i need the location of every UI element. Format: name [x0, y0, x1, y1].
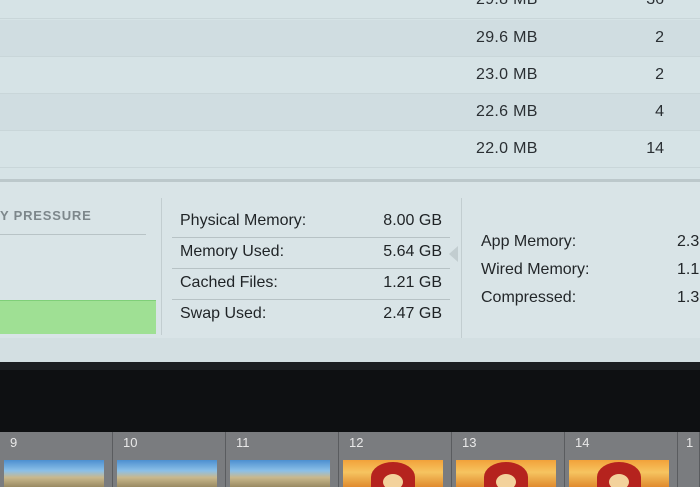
filmstrip-frame[interactable]: 14 — [565, 432, 678, 487]
face-shape — [383, 474, 403, 487]
frame-number: 12 — [349, 435, 364, 450]
table-row[interactable]: 22.6 MB 4 — [0, 94, 700, 131]
stat-value: 1.21 GB — [383, 274, 442, 291]
filmstrip-frame[interactable]: 12 — [339, 432, 452, 487]
table-row[interactable]: 29.6 MB 2 — [0, 20, 700, 57]
detail-row-app-memory: App Memory: 2.3 — [481, 233, 700, 261]
stat-label: Cached Files: — [180, 274, 278, 291]
monitor-bezel-edge — [0, 362, 700, 370]
stat-row-swap-used: Swap Used: 2.47 GB — [172, 300, 450, 331]
process-memory: 22.0 MB — [476, 140, 538, 157]
landscape-thumbnail — [117, 460, 217, 487]
landscape-thumbnail — [4, 460, 104, 487]
process-memory: 29.8 MB — [476, 0, 538, 9]
detail-label: Wired Memory: — [481, 261, 590, 278]
process-memory: 29.6 MB — [476, 29, 538, 46]
disclosure-pointer-icon — [449, 246, 458, 262]
portrait-thumbnail — [456, 460, 556, 487]
detail-value: 2.3 — [677, 233, 700, 250]
stat-value: 5.64 GB — [383, 243, 442, 260]
table-row[interactable]: 22.0 MB 14 — [0, 131, 700, 168]
frame-number: 1 — [686, 435, 694, 450]
frame-number: 10 — [123, 435, 138, 450]
frame-number: 13 — [462, 435, 477, 450]
process-count: 14 — [646, 140, 664, 157]
process-count: 4 — [655, 103, 664, 120]
table-row[interactable]: 29.8 MB 36 — [0, 0, 700, 19]
stat-label: Swap Used: — [180, 305, 267, 322]
stat-value: 8.00 GB — [383, 212, 442, 229]
landscape-thumbnail — [230, 460, 330, 487]
memory-pressure-graph — [0, 300, 156, 334]
divider — [0, 234, 146, 235]
window-footer — [0, 338, 700, 362]
filmstrip-frame[interactable]: 10 — [113, 432, 226, 487]
stat-row-cached-files: Cached Files: 1.21 GB — [172, 269, 450, 300]
table-row[interactable]: 23.0 MB 2 — [0, 57, 700, 94]
portrait-thumbnail — [343, 460, 443, 487]
detail-row-compressed: Compressed: 1.3 — [481, 289, 700, 317]
memory-detail: App Memory: 2.3 Wired Memory: 1.1 Compre… — [481, 233, 700, 317]
filmstrip-frame[interactable]: 9 — [0, 432, 113, 487]
detail-value: 1.3 — [677, 289, 700, 306]
stat-label: Memory Used: — [180, 243, 285, 260]
face-shape — [496, 474, 516, 487]
stat-row-physical-memory: Physical Memory: 8.00 GB — [172, 207, 450, 238]
detail-label: App Memory: — [481, 233, 577, 250]
detail-value: 1.1 — [677, 261, 700, 278]
process-count: 36 — [624, 0, 664, 9]
detail-row-wired-memory: Wired Memory: 1.1 — [481, 261, 700, 289]
activity-monitor-window: 29.8 MB 36 29.6 MB 2 23.0 MB 2 22.6 MB 4… — [0, 0, 700, 362]
filmstrip-frame[interactable]: 1 — [678, 432, 700, 487]
filmstrip-frame[interactable]: 11 — [226, 432, 339, 487]
memory-stats: Physical Memory: 8.00 GB Memory Used: 5.… — [172, 207, 450, 331]
frame-number: 9 — [10, 435, 18, 450]
detail-label: Compressed: — [481, 289, 577, 306]
filmstrip: 9 10 11 12 13 14 1 — [0, 432, 700, 487]
face-shape — [609, 474, 629, 487]
process-memory: 23.0 MB — [476, 66, 538, 83]
stat-row-memory-used: Memory Used: 5.64 GB — [172, 238, 450, 269]
frame-number: 14 — [575, 435, 590, 450]
memory-pressure-title: Y PRESSURE — [0, 208, 92, 223]
stat-value: 2.47 GB — [383, 305, 442, 322]
portrait-thumbnail — [569, 460, 669, 487]
process-count: 2 — [655, 29, 664, 46]
monitor-bezel — [0, 362, 700, 432]
divider — [461, 198, 462, 338]
process-memory: 22.6 MB — [476, 103, 538, 120]
frame-number: 11 — [236, 435, 250, 450]
stat-label: Physical Memory: — [180, 212, 307, 229]
process-table: 29.8 MB 36 29.6 MB 2 23.0 MB 2 22.6 MB 4… — [0, 0, 700, 181]
process-count: 2 — [655, 66, 664, 83]
filmstrip-frame[interactable]: 13 — [452, 432, 565, 487]
